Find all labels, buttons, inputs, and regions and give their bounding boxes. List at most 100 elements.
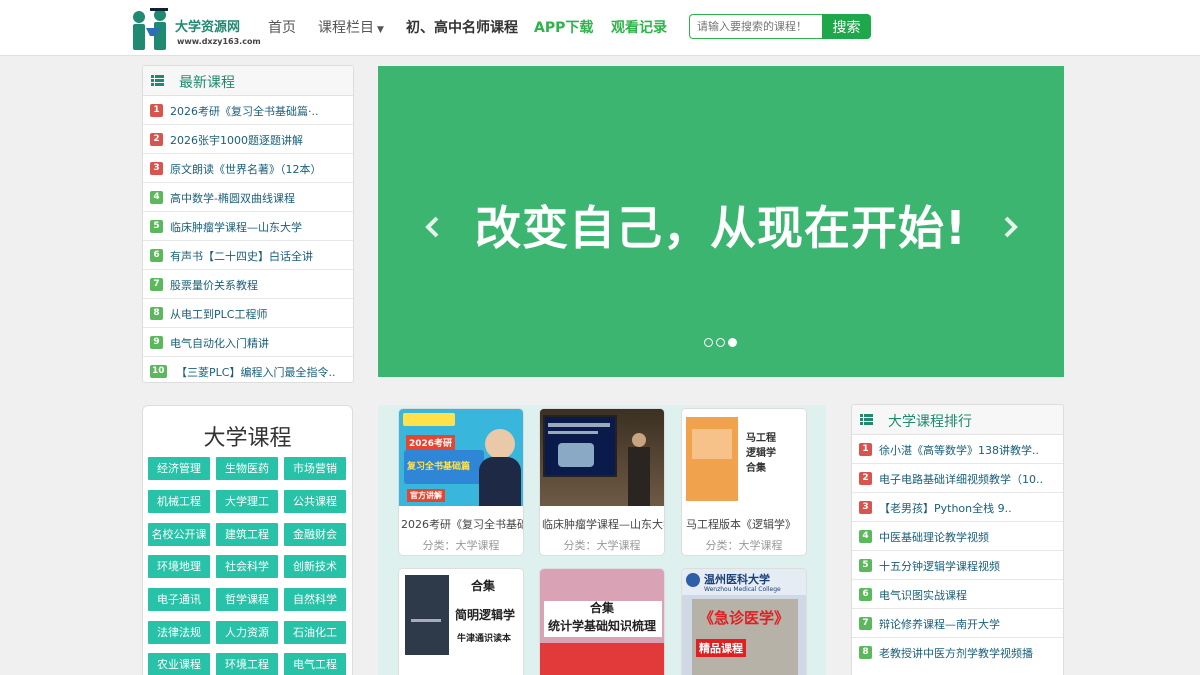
nav-home[interactable]: 首页: [268, 17, 296, 37]
carousel-dot-active[interactable]: [728, 338, 737, 347]
list-item[interactable]: 4 中医基础理论教学视频: [852, 522, 1063, 551]
rank-badge: 1: [150, 104, 163, 117]
course-card[interactable]: 温州医科大学 Wenzhou Medical College 《急诊医学》 精品…: [681, 568, 807, 675]
course-title[interactable]: 临床肿瘤学课程—山东大学: [542, 516, 664, 532]
category-button[interactable]: 公共课程: [284, 490, 346, 513]
thumb-text: 简明逻辑学: [455, 608, 516, 622]
list-item[interactable]: 2 2026张宇1000题逐题讲解: [143, 125, 353, 154]
list-item[interactable]: 5 十五分钟逻辑学课程视频: [852, 551, 1063, 580]
carousel-dot[interactable]: [704, 338, 713, 347]
course-category: 分类：大学课程: [422, 539, 500, 552]
category-button[interactable]: 建筑工程: [216, 523, 278, 546]
category-button[interactable]: 经济管理: [148, 457, 210, 480]
category-button[interactable]: 名校公开课: [148, 523, 210, 546]
list-item[interactable]: 3 原文朗读《世界名著》（12本）: [143, 154, 353, 183]
chevron-right-icon[interactable]: [1000, 216, 1020, 238]
category-button[interactable]: 环境地理: [148, 555, 210, 578]
category-button[interactable]: 农业课程: [148, 653, 210, 675]
list-item[interactable]: 7 辩论修养课程—南开大学: [852, 609, 1063, 638]
list-item[interactable]: 7 股票量价关系教程: [143, 270, 353, 299]
list-item[interactable]: 5 临床肿瘤学课程—山东大学: [143, 212, 353, 241]
list-item-link[interactable]: 电气自动化入门精讲: [170, 335, 269, 351]
carousel-dot[interactable]: [716, 338, 725, 347]
nav-history[interactable]: 观看记录: [611, 17, 667, 37]
logo-icon: [133, 8, 168, 50]
category-button[interactable]: 生物医药: [216, 457, 278, 480]
category-button[interactable]: 机械工程: [148, 490, 210, 513]
list-item[interactable]: 4 高中数学-椭圆双曲线课程: [143, 183, 353, 212]
course-card[interactable]: 合集 统计学基础知识梳理: [539, 568, 665, 675]
site-logo[interactable]: 大学资源网 www.dxzy163.com: [130, 6, 261, 52]
chevron-left-icon[interactable]: [423, 216, 443, 238]
list-item-link[interactable]: 中医基础理论教学视频: [879, 529, 989, 545]
list-item-link[interactable]: 原文朗读《世界名著》（12本）: [170, 161, 322, 177]
nav-columns-dropdown[interactable]: 课程栏目 ▼: [318, 17, 384, 37]
ranking-panel: 大学课程排行 1 徐小湛《高等数学》138讲教学.. 2 电子电路基础详细视频教学（…: [851, 404, 1064, 675]
rank-badge: 3: [859, 501, 872, 514]
category-button[interactable]: 法律法规: [148, 621, 210, 644]
category-button[interactable]: 人力资源: [216, 621, 278, 644]
category-button[interactable]: 大学理工: [216, 490, 278, 513]
list-item-link[interactable]: 电子电路基础详细视频教学（10..: [879, 471, 1043, 487]
category-button[interactable]: 市场营销: [284, 457, 346, 480]
rank-badge: 10: [150, 365, 167, 378]
nav-columns-label: 课程栏目: [318, 20, 374, 36]
list-item[interactable]: 1 徐小湛《高等数学》138讲教学..: [852, 435, 1063, 464]
list-item[interactable]: 9 电气自动化入门精讲: [143, 328, 353, 357]
rank-badge: 9: [150, 336, 163, 349]
list-item-link[interactable]: 有声书【二十四史】白话全讲: [170, 248, 313, 264]
list-item-link[interactable]: 临床肿瘤学课程—山东大学: [170, 219, 302, 235]
course-category: 分类：大学课程: [705, 539, 783, 552]
nav-teachers[interactable]: 初、高中名师课程: [406, 17, 518, 37]
category-button[interactable]: 哲学课程: [216, 588, 278, 611]
list-item-link[interactable]: 2026考研《复习全书基础篇·..: [170, 103, 318, 119]
list-item-link[interactable]: 2026张宇1000题逐题讲解: [170, 132, 303, 148]
thumb-text: 2026考研: [406, 435, 456, 450]
list-item[interactable]: 6 电气识图实战课程: [852, 580, 1063, 609]
list-item-link[interactable]: 电气识图实战课程: [879, 587, 967, 603]
categories-title: 大学课程: [203, 426, 292, 451]
banner-carousel[interactable]: 改变自己，从现在开始!: [378, 66, 1064, 377]
category-button[interactable]: 电气工程: [284, 653, 346, 675]
category-button[interactable]: 社会科学: [216, 555, 278, 578]
category-button[interactable]: 电子通讯: [148, 588, 210, 611]
list-item[interactable]: 8 从电工到PLC工程师: [143, 299, 353, 328]
course-card[interactable]: 马工程 逻辑学 合集 马工程版本《逻辑学》 分类：大学课程: [681, 408, 807, 556]
list-item[interactable]: 1 2026考研《复习全书基础篇·..: [143, 96, 353, 125]
list-item[interactable]: 2 电子电路基础详细视频教学（10..: [852, 464, 1063, 493]
category-button[interactable]: 金融财会: [284, 523, 346, 546]
list-item-link[interactable]: 十五分钟逻辑学课程视频: [879, 558, 1000, 574]
thumb-text: 温州医科大学: [704, 573, 770, 586]
thumb-text: 官方讲解: [407, 489, 445, 502]
list-icon: [860, 414, 873, 425]
course-card[interactable]: 合集 简明逻辑学 牛津通识读本: [398, 568, 524, 675]
rank-badge: 2: [150, 133, 163, 146]
search-input[interactable]: [689, 14, 823, 39]
category-button[interactable]: 自然科学: [284, 588, 346, 611]
course-card[interactable]: 2026考研 复习全书基础篇 官方讲解 2026考研《复习全书基础篇》 分类：大…: [398, 408, 524, 556]
category-button[interactable]: 创新技术: [284, 555, 346, 578]
latest-courses-header: 最新课程: [143, 66, 353, 96]
site-url: www.dxzy163.com: [177, 37, 261, 46]
rank-badge: 3: [150, 162, 163, 175]
list-item[interactable]: 8 老教授讲中医方剂学教学视频播: [852, 638, 1063, 667]
list-item[interactable]: 6 有声书【二十四史】白话全讲: [143, 241, 353, 270]
list-item[interactable]: 3 【老男孩】Python全栈 9..: [852, 493, 1063, 522]
course-title[interactable]: 2026考研《复习全书基础篇》: [401, 516, 523, 532]
list-item-link[interactable]: 股票量价关系教程: [170, 277, 258, 293]
category-button[interactable]: 环境工程: [216, 653, 278, 675]
list-item-link[interactable]: 老教授讲中医方剂学教学视频播: [879, 645, 1033, 661]
category-button[interactable]: 石油化工: [284, 621, 346, 644]
list-item-link[interactable]: 辩论修养课程—南开大学: [879, 616, 1000, 632]
list-item-link[interactable]: 【老男孩】Python全栈 9..: [879, 500, 1012, 516]
list-item-link[interactable]: 高中数学-椭圆双曲线课程: [170, 190, 295, 206]
list-item[interactable]: 10 【三菱PLC】编程入门最全指令..: [143, 357, 353, 382]
search-button[interactable]: 搜索: [822, 14, 871, 39]
list-item-link[interactable]: 从电工到PLC工程师: [170, 306, 267, 322]
course-card[interactable]: 临床肿瘤学课程—山东大学 分类：大学课程: [539, 408, 665, 556]
list-item-link[interactable]: 徐小湛《高等数学》138讲教学..: [879, 442, 1039, 458]
course-title[interactable]: 马工程版本《逻辑学》: [686, 516, 806, 532]
nav-app-download[interactable]: APP下载: [534, 17, 593, 37]
course-thumbnail: 温州医科大学 Wenzhou Medical College 《急诊医学》 精品…: [682, 569, 806, 675]
list-item-link[interactable]: 【三菱PLC】编程入门最全指令..: [176, 364, 335, 380]
